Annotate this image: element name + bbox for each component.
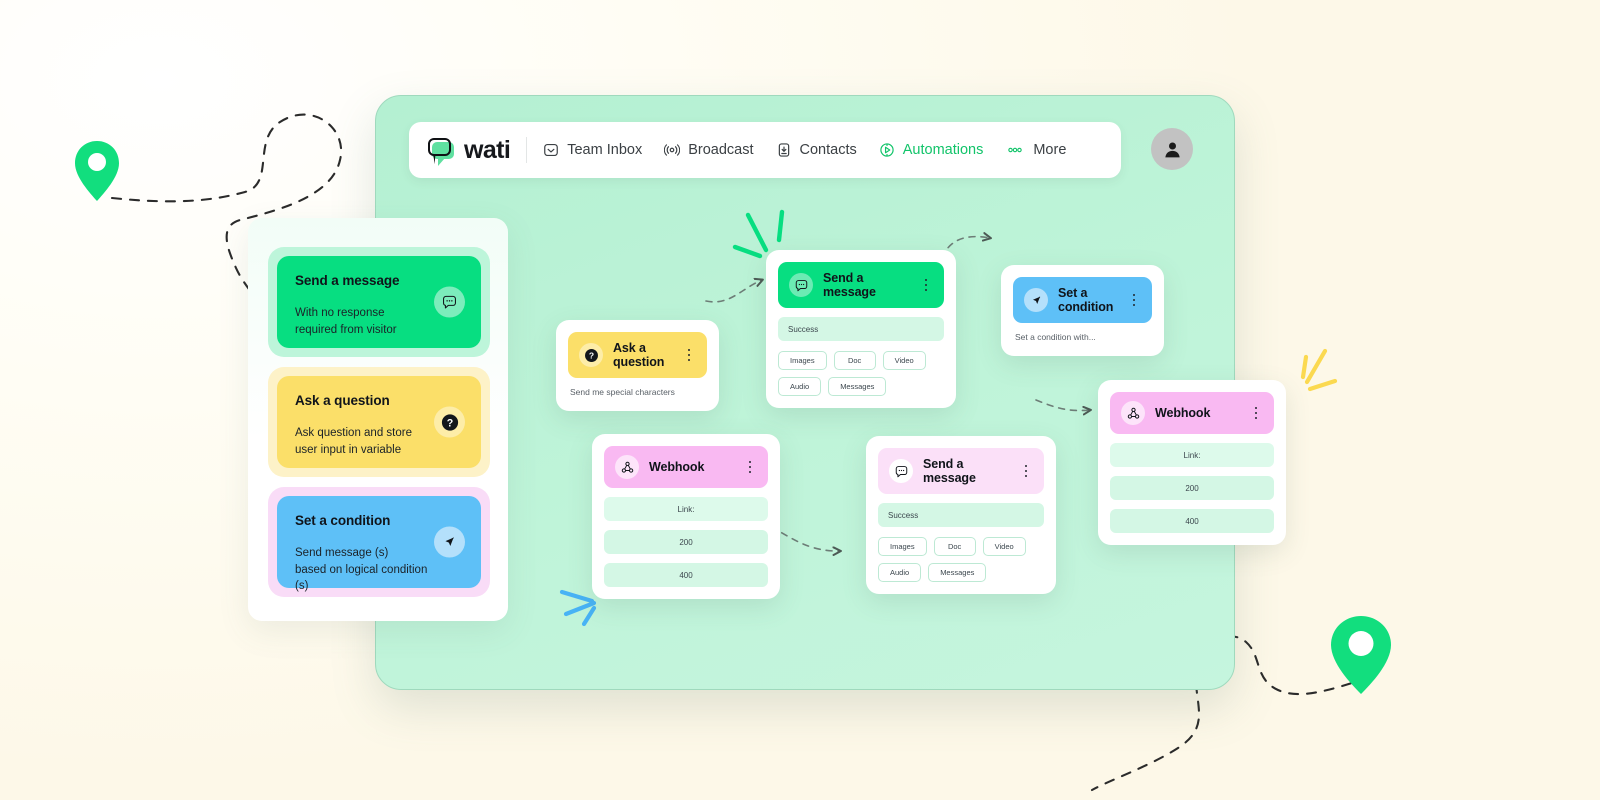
ellipsis-icon xyxy=(1008,147,1023,153)
top-navbar: wati Team Inbox Broadcast Contacts Autom… xyxy=(409,122,1121,178)
node-set-a-condition[interactable]: Set a condition Set a condition with... xyxy=(1001,265,1164,356)
node-header: Webhook xyxy=(604,446,768,488)
kebab-menu-icon[interactable] xyxy=(1249,405,1263,421)
node-ask-a-question[interactable]: ? Ask a question Send me special charact… xyxy=(556,320,719,411)
chip-images[interactable]: Images xyxy=(878,537,927,556)
question-mark-icon: ? xyxy=(434,406,465,438)
node-row-200: 200 xyxy=(604,530,768,554)
sidebar-card-title: Ask a question xyxy=(295,393,390,408)
node-title: Webhook xyxy=(1155,406,1211,420)
sidebar-card-send-a-message[interactable]: Send a message With no response required… xyxy=(268,247,490,357)
node-header: ? Ask a question xyxy=(568,332,707,378)
chip-video[interactable]: Video xyxy=(982,537,1026,556)
broadcast-icon xyxy=(664,144,681,156)
chat-bubble-icon xyxy=(434,286,465,318)
cursor-arrow-icon xyxy=(434,526,465,558)
speech-bubble-logo-icon xyxy=(427,137,457,166)
node-row-200: 200 xyxy=(1110,476,1274,500)
chip-audio[interactable]: Audio xyxy=(778,377,822,396)
chip-images[interactable]: Images xyxy=(778,351,827,370)
page-root: wati Team Inbox Broadcast Contacts Autom… xyxy=(0,0,1600,800)
kebab-menu-icon[interactable] xyxy=(1019,463,1033,479)
nav-item-automations[interactable]: Automations xyxy=(879,142,984,158)
svg-text:?: ? xyxy=(588,350,593,360)
kebab-menu-icon[interactable] xyxy=(743,459,757,475)
sidebar-card-title: Set a condition xyxy=(295,513,391,528)
node-title: Ask a question xyxy=(613,341,665,369)
sidebar-card-desc: Ask question and store user input in var… xyxy=(295,427,412,456)
chip-video[interactable]: Video xyxy=(882,351,926,370)
node-row-link: Link: xyxy=(1110,443,1274,467)
chat-bubble-icon xyxy=(889,459,913,483)
map-pin-left xyxy=(74,140,120,207)
node-header: Send a message xyxy=(778,262,944,308)
webhook-icon xyxy=(615,455,639,479)
node-webhook-2[interactable]: Webhook Link: 200 400 xyxy=(1098,380,1286,545)
node-title: Send a message xyxy=(923,457,976,485)
webhook-icon xyxy=(1121,401,1145,425)
yellow-spark xyxy=(1300,348,1338,392)
chip-audio[interactable]: Audio xyxy=(878,563,922,582)
nav-label: Team Inbox xyxy=(567,142,643,158)
nav-item-more[interactable]: More xyxy=(1005,142,1066,158)
nav-item-contacts[interactable]: Contacts xyxy=(776,142,857,158)
sidebar-card-ask-a-question[interactable]: Ask a question Ask question and store us… xyxy=(268,367,490,477)
nav-divider xyxy=(526,137,528,163)
sidebar-card-desc: Send message (s) based on logical condit… xyxy=(295,547,428,593)
node-status-row: Success xyxy=(878,503,1044,527)
node-chips: Images Doc Video Audio Messages xyxy=(778,351,944,396)
kebab-menu-icon[interactable] xyxy=(682,347,696,363)
automations-icon xyxy=(880,143,894,157)
nav-label: Broadcast xyxy=(688,142,754,158)
contacts-icon xyxy=(778,143,789,157)
chat-bubble-icon xyxy=(789,273,813,297)
inbox-icon xyxy=(544,143,559,157)
nav-label: Automations xyxy=(902,142,984,158)
map-pin-bottom-right xyxy=(1330,615,1392,700)
node-row-400: 400 xyxy=(1110,509,1274,533)
nav-label: More xyxy=(1033,142,1067,158)
chip-messages[interactable]: Messages xyxy=(928,563,987,582)
svg-text:?: ? xyxy=(446,417,452,429)
node-title: Send a message xyxy=(823,271,876,299)
node-send-a-message-2[interactable]: Send a message Success Images Doc Video … xyxy=(866,436,1056,594)
avatar[interactable] xyxy=(1151,128,1193,170)
node-header: Webhook xyxy=(1110,392,1274,434)
node-chips: Images Doc Video Audio Messages xyxy=(878,537,1044,582)
node-title: Webhook xyxy=(649,460,705,474)
node-subtitle: Set a condition with... xyxy=(1015,332,1096,342)
node-send-a-message-1[interactable]: Send a message Success Images Doc Video … xyxy=(766,250,956,408)
sidebar-card-title: Send a message xyxy=(295,273,400,288)
question-mark-icon: ? xyxy=(579,343,603,367)
sidebar-card-desc: With no response required from visitor xyxy=(295,307,397,336)
node-row-link: Link: xyxy=(604,497,768,521)
node-header: Set a condition xyxy=(1013,277,1152,323)
nav-items: Team Inbox Broadcast Contacts Automation… xyxy=(543,142,1066,158)
node-webhook-1[interactable]: Webhook Link: 200 400 xyxy=(592,434,780,599)
node-title: Set a condition xyxy=(1058,286,1114,314)
node-row-400: 400 xyxy=(604,563,768,587)
brand-logo[interactable]: wati xyxy=(427,135,511,166)
node-subtitle: Send me special characters xyxy=(570,387,675,397)
cursor-arrow-icon xyxy=(1024,288,1048,312)
kebab-menu-icon[interactable] xyxy=(1127,292,1141,308)
chip-doc[interactable]: Doc xyxy=(833,351,876,370)
nav-item-team-inbox[interactable]: Team Inbox xyxy=(543,142,642,158)
brand-name: wati xyxy=(464,135,511,164)
sidebar-card-set-a-condition[interactable]: Set a condition Send message (s) based o… xyxy=(268,487,490,597)
node-header: Send a message xyxy=(878,448,1044,494)
chip-messages[interactable]: Messages xyxy=(828,377,887,396)
chip-doc[interactable]: Doc xyxy=(933,537,976,556)
node-status-row: Success xyxy=(778,317,944,341)
nav-label: Contacts xyxy=(799,142,857,158)
nav-item-broadcast[interactable]: Broadcast xyxy=(664,142,754,158)
kebab-menu-icon[interactable] xyxy=(919,277,933,293)
user-avatar-icon xyxy=(1164,142,1180,157)
